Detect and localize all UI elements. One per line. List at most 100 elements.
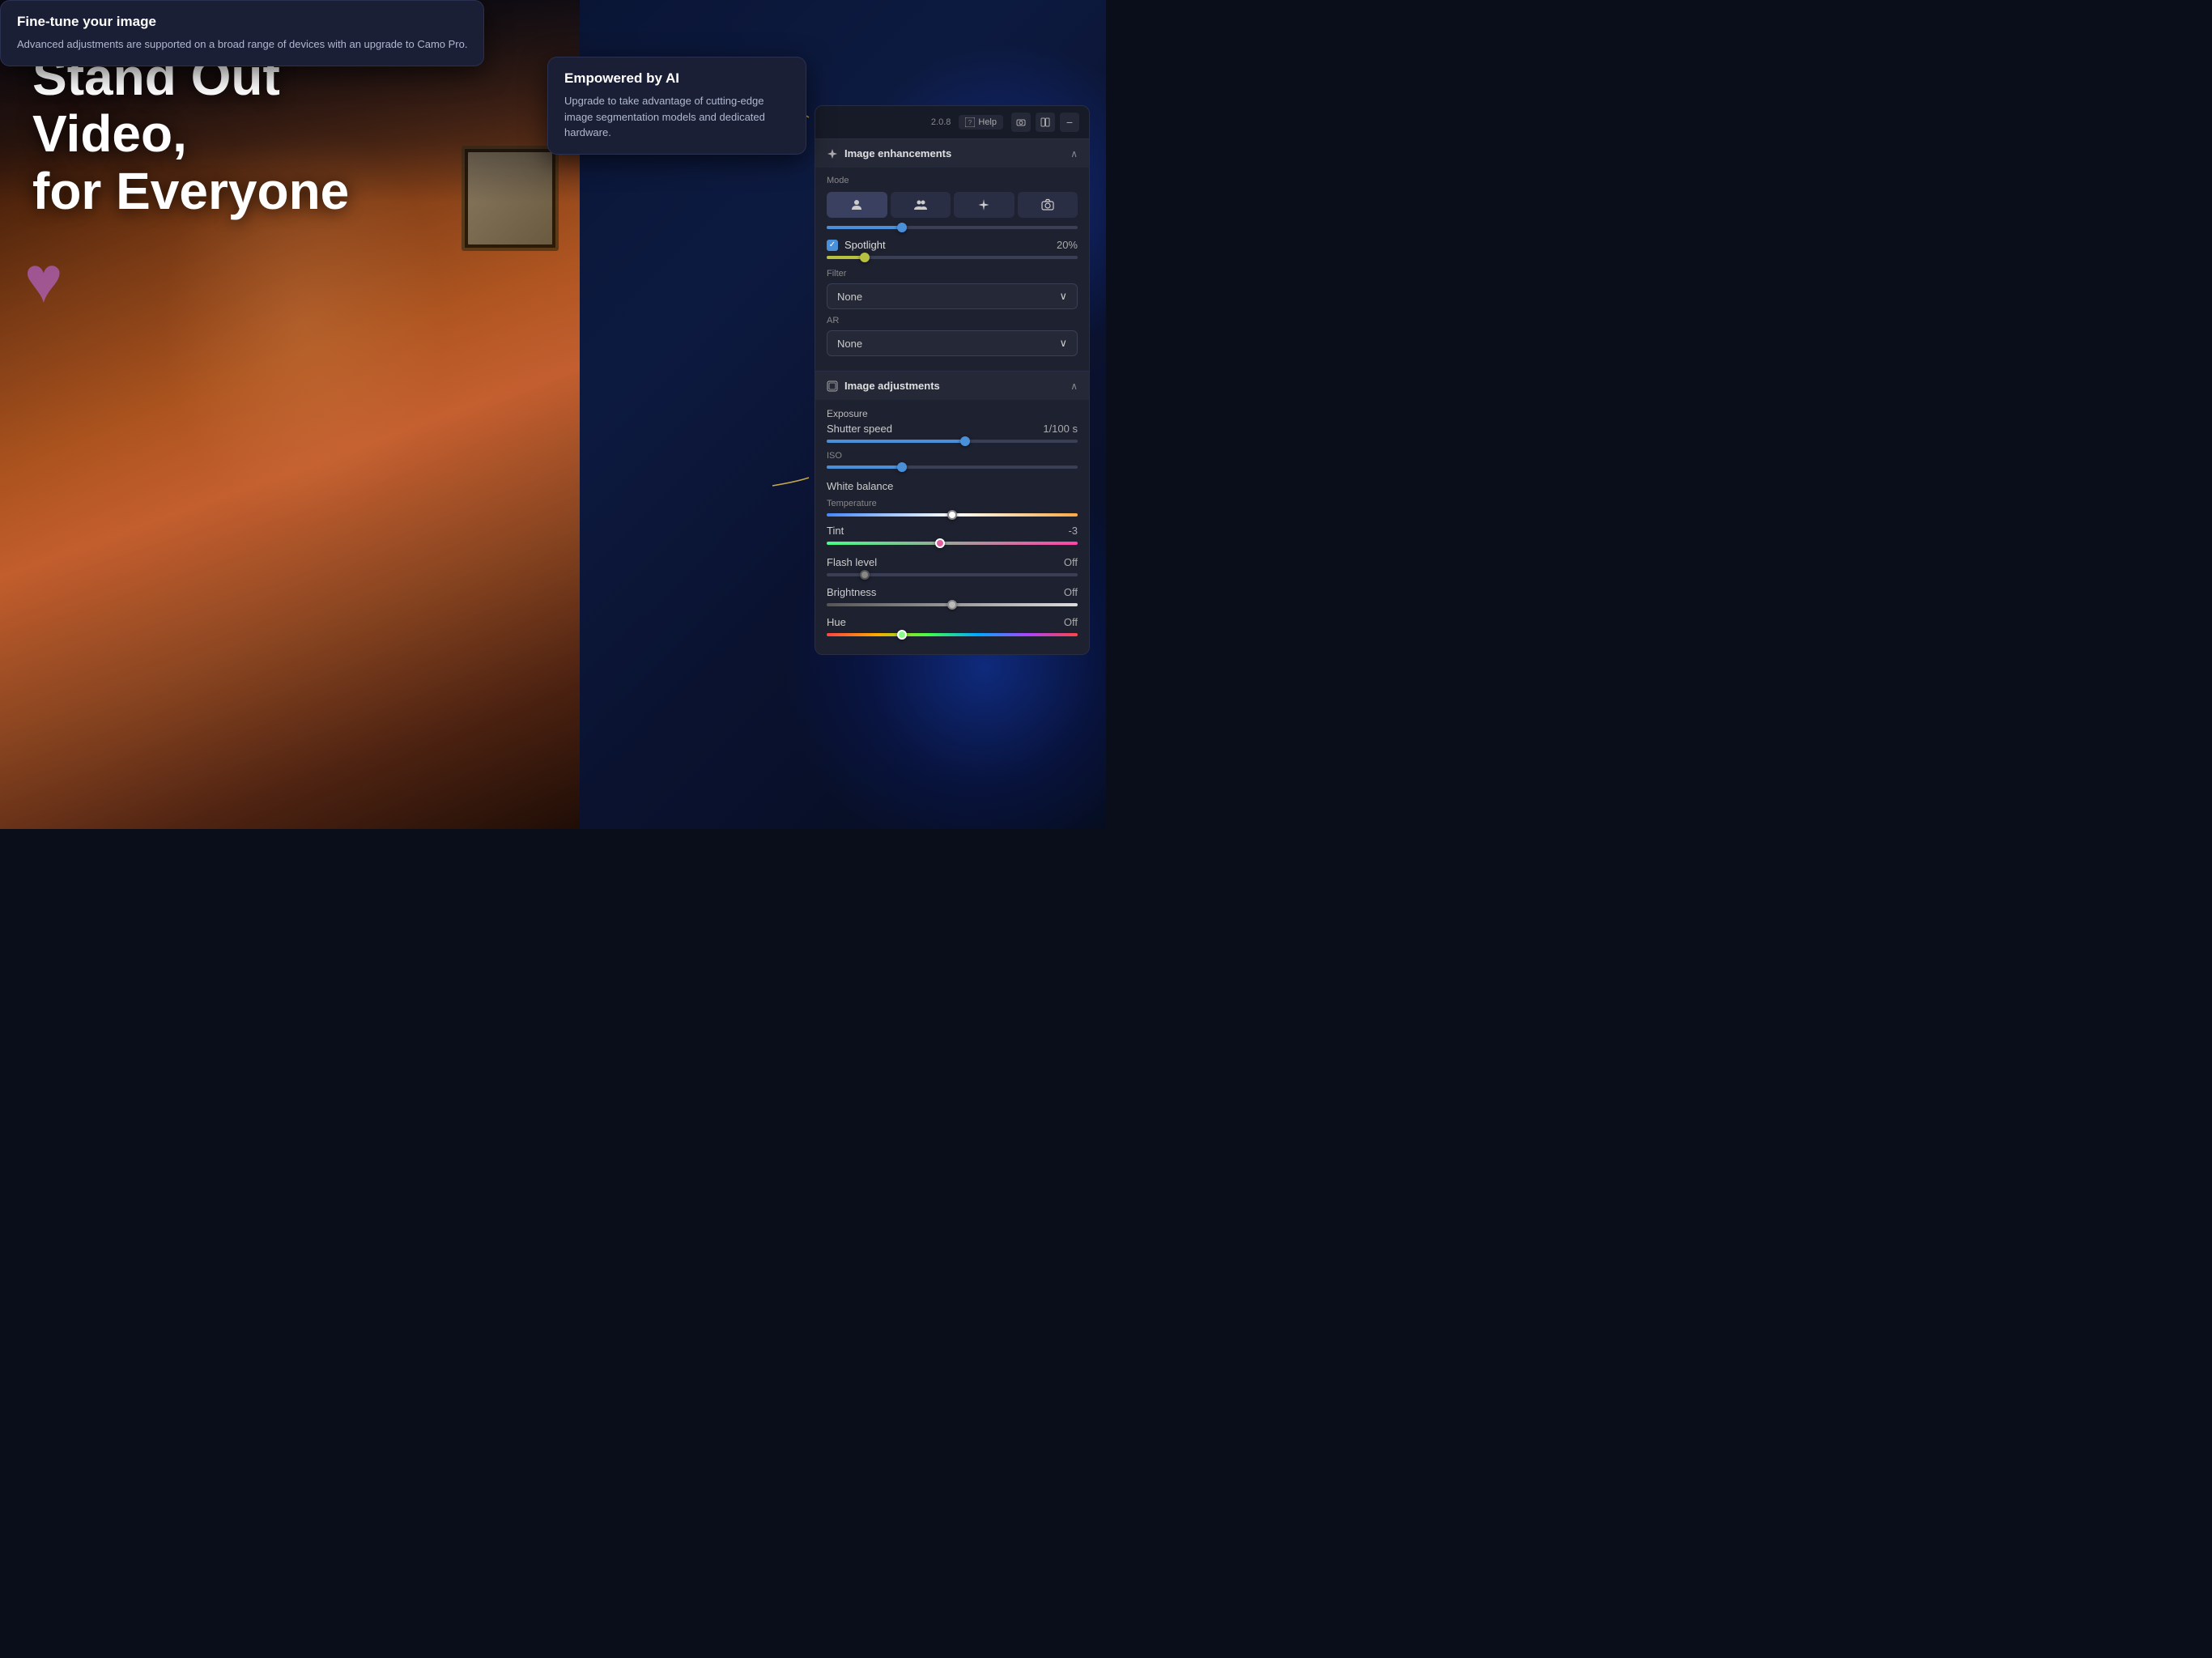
- adjustments-chevron: ∧: [1070, 380, 1078, 392]
- brightness-value: Off: [1064, 586, 1078, 598]
- temperature-label: Temperature: [827, 499, 1078, 508]
- svg-text:?: ?: [968, 119, 972, 126]
- shutter-label: Shutter speed: [827, 423, 892, 435]
- hue-row: Hue Off: [827, 616, 1078, 636]
- help-button[interactable]: ? Help: [959, 115, 1003, 130]
- mode-btn-camera[interactable]: [1018, 192, 1078, 218]
- sparkle-icon: [977, 198, 990, 211]
- filter-dropdown[interactable]: None ∨: [827, 283, 1078, 309]
- headline-line2: for Everyone: [32, 163, 437, 219]
- filter-label: Filter: [827, 269, 1078, 278]
- spotlight-label: Spotlight: [844, 239, 886, 251]
- white-balance-label: White balance: [827, 480, 1078, 492]
- spotlight-left: ✓ Spotlight: [827, 239, 886, 251]
- camera-toggle-button[interactable]: [1011, 113, 1031, 132]
- shutter-slider-thumb: [960, 436, 970, 446]
- app-panel: 2.0.8 ? Help −: [815, 105, 1090, 655]
- brightness-row: Brightness Off: [827, 586, 1078, 606]
- ar-chevron: ∨: [1059, 337, 1067, 350]
- spotlight-row: ✓ Spotlight 20%: [827, 239, 1078, 251]
- hue-header: Hue Off: [827, 616, 1078, 628]
- spotlight-slider[interactable]: [827, 256, 1078, 259]
- brightness-header: Brightness Off: [827, 586, 1078, 598]
- spotlight-value: 20%: [1057, 239, 1078, 251]
- tooltip-finetune-card: Fine-tune your image Advanced adjustment…: [0, 0, 484, 66]
- mode-buttons: [827, 192, 1078, 218]
- exposure-label: Exposure: [827, 408, 1078, 419]
- brightness-label: Brightness: [827, 586, 876, 598]
- ar-dropdown[interactable]: None ∨: [827, 330, 1078, 356]
- flash-level-value: Off: [1064, 556, 1078, 568]
- brightness-slider[interactable]: [827, 603, 1078, 606]
- temperature-slider-thumb: [947, 510, 957, 520]
- ar-value: None: [837, 338, 862, 350]
- hue-slider-thumb: [897, 630, 907, 640]
- brightness-slider-thumb: [947, 600, 957, 610]
- temperature-slider[interactable]: [827, 513, 1078, 517]
- flash-level-label: Flash level: [827, 556, 877, 568]
- image-enhancements-label: Image enhancements: [844, 147, 951, 159]
- headline: Stand Out Video, for Everyone: [32, 49, 437, 219]
- image-enhancements-header-left: Image enhancements: [827, 147, 951, 159]
- tooltip-ai-text: Upgrade to take advantage of cutting-edg…: [564, 93, 789, 141]
- adjustments-icon: [827, 380, 838, 392]
- mode-btn-person[interactable]: [827, 192, 887, 218]
- titlebar: 2.0.8 ? Help −: [815, 106, 1089, 139]
- image-adjustments-header[interactable]: Image adjustments ∧: [815, 372, 1089, 400]
- iso-slider[interactable]: [827, 466, 1078, 469]
- tint-value: -3: [1068, 525, 1078, 537]
- help-icon: ?: [965, 117, 975, 127]
- hue-label: Hue: [827, 616, 846, 628]
- mode-btn-group[interactable]: [891, 192, 951, 218]
- layout-icon: [1040, 117, 1050, 127]
- flash-slider-thumb: [860, 570, 870, 580]
- tooltip-finetune-text: Advanced adjustments are supported on a …: [17, 36, 467, 53]
- filter-row: Filter None ∨: [827, 269, 1078, 309]
- spotlight-checkbox[interactable]: ✓: [827, 240, 838, 251]
- image-adjustments-header-left: Image adjustments: [827, 380, 940, 392]
- app-version: 2.0.8: [931, 117, 951, 127]
- enhancements-icon: [827, 148, 838, 159]
- shutter-row: Shutter speed 1/100 s: [827, 423, 1078, 435]
- shutter-slider[interactable]: [827, 440, 1078, 443]
- enhancements-chevron: ∧: [1070, 148, 1078, 159]
- minimize-button[interactable]: −: [1060, 113, 1079, 132]
- image-adjustments-body: Exposure Shutter speed 1/100 s ISO White…: [815, 400, 1089, 654]
- tooltip-ai-title: Empowered by AI: [564, 70, 789, 87]
- iso-slider-fill: [827, 466, 902, 469]
- person-icon: [850, 198, 863, 211]
- flash-level-header: Flash level Off: [827, 556, 1078, 568]
- layout-button[interactable]: [1036, 113, 1055, 132]
- ar-label: AR: [827, 316, 1078, 325]
- shutter-value: 1/100 s: [1043, 423, 1078, 435]
- iso-label: ISO: [827, 451, 1078, 461]
- spotlight-slider-thumb: [860, 253, 870, 262]
- hue-value: Off: [1064, 616, 1078, 628]
- shutter-slider-fill: [827, 440, 965, 443]
- filter-chevron: ∨: [1059, 290, 1067, 303]
- connector-finetune: [764, 466, 813, 498]
- tooltip-finetune-title: Fine-tune your image: [17, 14, 467, 30]
- window-controls: −: [1011, 113, 1079, 132]
- tint-slider[interactable]: [827, 542, 1078, 545]
- mode-slider[interactable]: [827, 226, 1078, 229]
- mode-slider-fill: [827, 226, 902, 229]
- flash-slider[interactable]: [827, 573, 1078, 576]
- mode-btn-enhance[interactable]: [954, 192, 1015, 218]
- group-icon: [914, 198, 927, 211]
- image-enhancements-body: Mode: [815, 168, 1089, 371]
- tooltip-ai-card: Empowered by AI Upgrade to take advantag…: [547, 57, 806, 155]
- image-adjustments-label: Image adjustments: [844, 380, 940, 392]
- ar-row: AR None ∨: [827, 316, 1078, 356]
- minimize-icon: −: [1066, 117, 1073, 128]
- mode-slider-thumb: [897, 223, 907, 232]
- filter-value: None: [837, 291, 862, 303]
- hue-slider[interactable]: [827, 633, 1078, 636]
- camera-icon: [1016, 117, 1026, 127]
- tint-label: Tint: [827, 525, 844, 537]
- panel-content: Image enhancements ∧ Mode: [815, 139, 1089, 654]
- image-enhancements-header[interactable]: Image enhancements ∧: [815, 139, 1089, 168]
- heart-decoration: ♥: [24, 243, 63, 317]
- tint-row: Tint -3: [827, 525, 1078, 537]
- mode-label: Mode: [827, 176, 1078, 185]
